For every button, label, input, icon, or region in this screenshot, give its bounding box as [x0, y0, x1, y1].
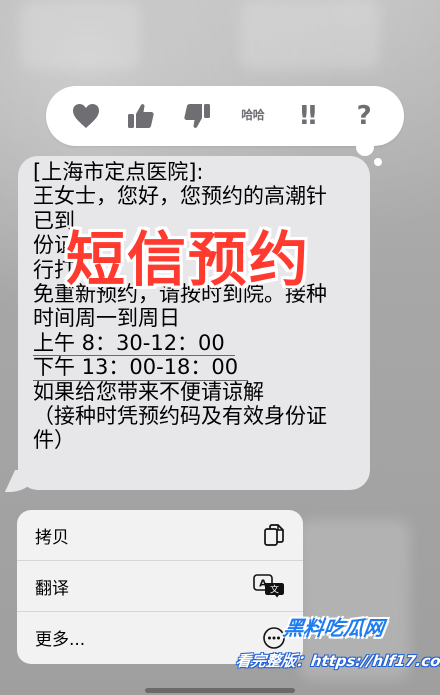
time-link[interactable]: 上午 8：30-12：00 — [33, 331, 235, 357]
background-blur — [240, 0, 380, 70]
copy-icon — [263, 523, 285, 547]
thumbs-up-icon[interactable] — [121, 96, 161, 136]
message-line: 王女士，您好，您预约的高潮针 — [33, 184, 327, 209]
message-bubble[interactable]: [上海市定点医院]: 王女士，您好，您预约的高潮针 已到 份证 行打 免重新预约… — [18, 156, 370, 490]
message-line: 如果给您带来不便请谅解 — [33, 379, 264, 404]
svg-text:文: 文 — [270, 584, 279, 596]
exclamation-icon[interactable]: ‼ — [288, 96, 328, 136]
watermark-url: 看完整版：https://hlf17.com — [234, 652, 440, 670]
thumbs-down-icon[interactable] — [177, 96, 217, 136]
menu-item-copy[interactable]: 拷贝 — [17, 510, 303, 561]
tapback-tail — [356, 138, 374, 156]
message-line: （接种时凭预约码及有效身份证 — [33, 403, 327, 428]
overlay-title: 短信预约 — [66, 225, 311, 294]
question-icon[interactable]: ? — [344, 96, 384, 136]
background-blur — [20, 0, 140, 70]
message-line: [上海市定点医院]: — [33, 160, 204, 184]
menu-item-translate[interactable]: 翻译 A 文 — [17, 561, 303, 612]
tapback-reaction-bar: 哈哈 ‼ ? — [46, 86, 404, 166]
menu-item-label: 翻译 — [35, 578, 69, 599]
tapback-tail-dot — [374, 158, 382, 166]
message-line: 时间周一到周日 — [33, 306, 180, 331]
home-indicator — [145, 688, 295, 693]
watermark-logo: 黑料吃瓜网 — [282, 616, 386, 640]
haha-icon[interactable]: 哈哈 — [233, 96, 273, 136]
time-link[interactable]: 下午 13：00-18：00 — [33, 355, 249, 381]
translate-icon: A 文 — [253, 574, 285, 598]
menu-item-label: 更多... — [35, 630, 86, 650]
message-line: 件） — [33, 428, 75, 453]
context-menu: 拷贝 翻译 A 文 更多... — [17, 510, 303, 664]
heart-icon[interactable] — [66, 96, 106, 136]
menu-item-label: 拷贝 — [35, 527, 69, 548]
